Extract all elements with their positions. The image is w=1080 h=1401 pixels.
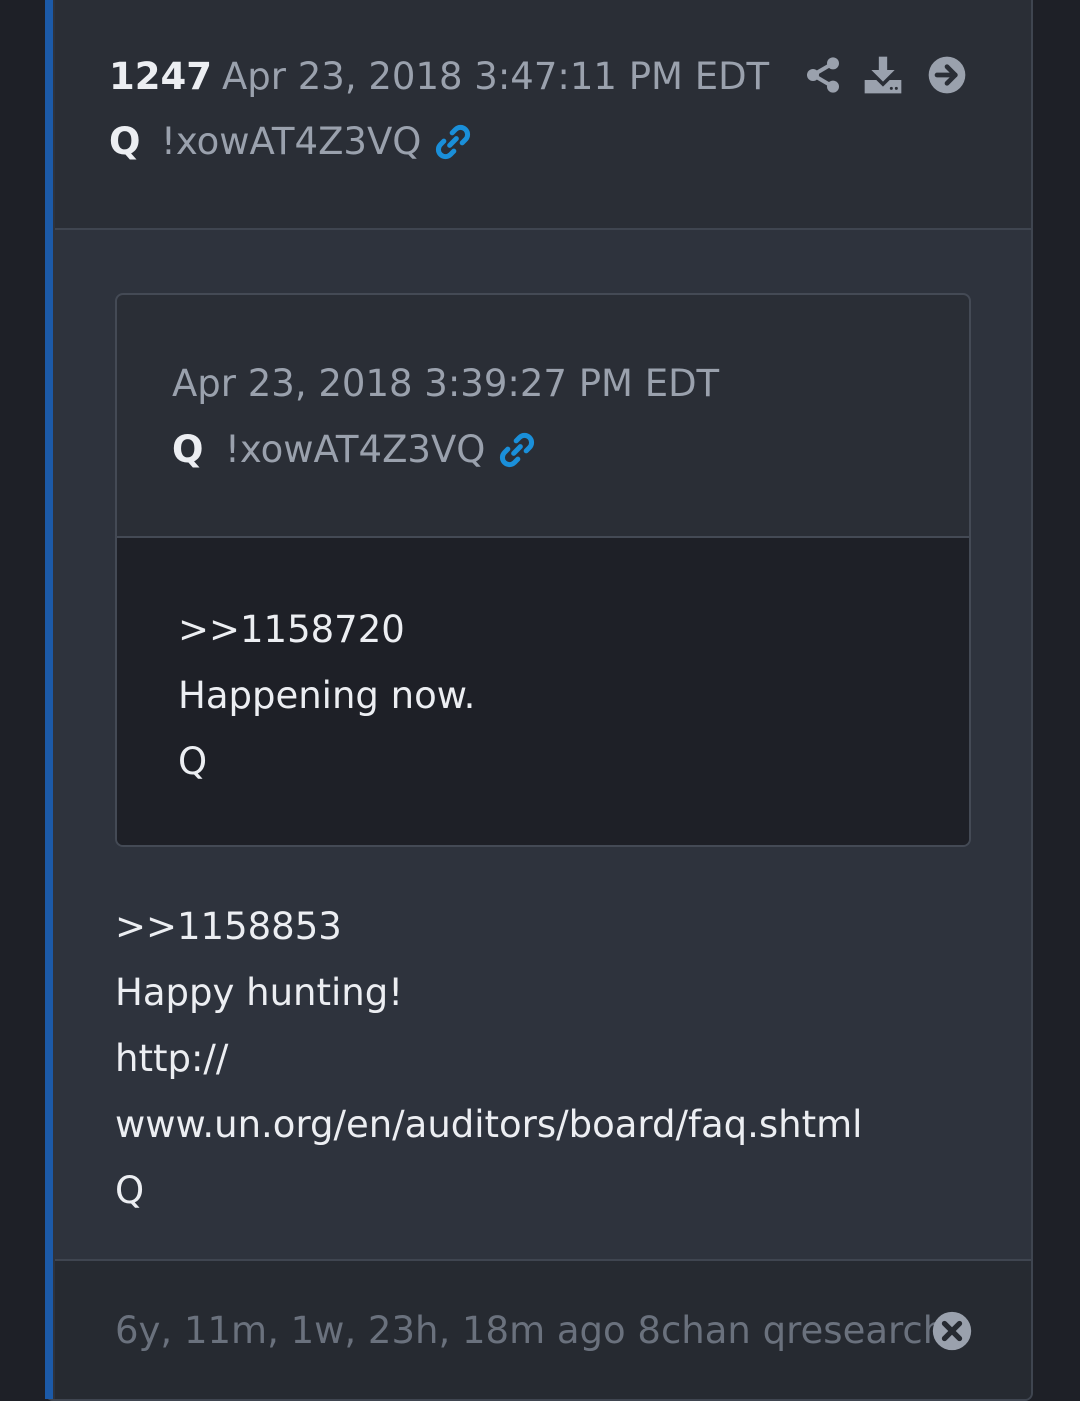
message-text-line: Happy hunting! [115,971,404,1014]
reply-ref[interactable]: >>1158853 [115,905,342,948]
post-number[interactable]: 1247 [109,55,212,98]
quoted-timestamp: Apr 23, 2018 3:39:27 PM EDT [172,362,720,405]
quoted-post-body: >>1158720 Happening now. Q [117,538,969,845]
quoted-text-line: Happening now. [178,674,476,717]
quoted-signature: Q [178,740,208,783]
post-timestamp: Apr 23, 2018 3:47:11 PM EDT [222,55,770,98]
link-icon[interactable] [433,122,473,162]
quoted-tripcode: !xowAT4Z3VQ [225,428,486,471]
quoted-post-header: Apr 23, 2018 3:39:27 PM EDT Q !xowAT4Z3V… [117,295,969,538]
download-icon[interactable] [863,55,903,95]
message-url-line-2[interactable]: www.un.org/en/auditors/board/faq.shtml [115,1103,862,1146]
post-footer: 6y, 11m, 1w, 23h, 18m ago 8chan qresearc… [55,1259,1031,1399]
accent-bar [45,0,53,1399]
quoted-author-name: Q [172,428,204,471]
footer-meta: 6y, 11m, 1w, 23h, 18m ago 8chan qresearc… [115,1309,947,1352]
quoted-post: Apr 23, 2018 3:39:27 PM EDT Q !xowAT4Z3V… [115,293,971,847]
author-name: Q [109,120,141,163]
post-header: 1247 Apr 23, 2018 3:47:11 PM EDT Q !xowA… [55,0,1031,230]
message-signature: Q [115,1169,145,1212]
quoted-reply-ref[interactable]: >>1158720 [178,608,405,651]
close-icon[interactable] [932,1311,972,1351]
arrow-right-circle-icon[interactable] [927,55,967,95]
share-icon[interactable] [803,55,843,95]
author-tripcode: !xowAT4Z3VQ [161,120,422,163]
message-url-line-1[interactable]: http:// [115,1037,228,1080]
quoted-link-icon[interactable] [497,430,537,470]
